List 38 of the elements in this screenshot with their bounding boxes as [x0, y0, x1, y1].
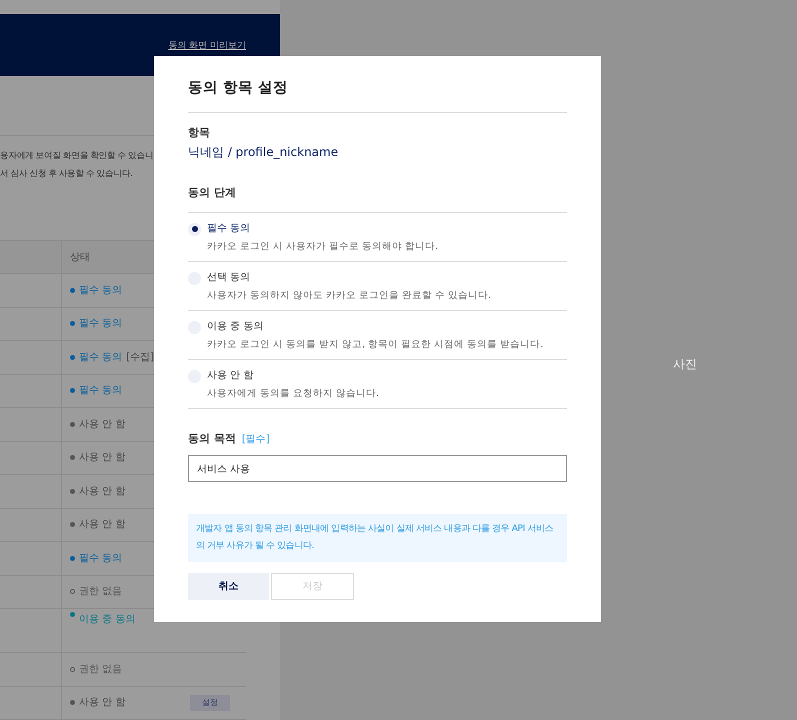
status-text: 사용 안 함: [79, 451, 126, 466]
photo-label: 사진: [673, 356, 697, 373]
level-label: 동의 단계: [188, 185, 567, 213]
column-header: 상태: [69, 250, 91, 265]
status-text: 사용 안 함: [79, 418, 126, 432]
purpose-label: 동의 목적: [188, 430, 236, 447]
item-label: 항목: [188, 124, 211, 141]
dialog-title: 동의 항목 설정: [188, 78, 567, 113]
option-description: 카카오 로그인 시 동의를 받지 않고, 항목이 필요한 시점에 동의를 받습니다.: [207, 338, 544, 352]
status-text: 권한 없음: [79, 662, 122, 677]
option-description: 사용자가 동의하지 않아도 카카오 로그인을 완료할 수 있습니다.: [207, 288, 492, 303]
option-label: 이용 중 동의: [207, 320, 264, 334]
intro-text: 용자에게 보여질 화면을 확인할 수 있습니: [0, 150, 154, 164]
preview-link[interactable]: 동의 화면 미리보기: [168, 40, 246, 54]
status-text: 이용 중 동의: [79, 613, 136, 628]
status-text: 필수 동의: [79, 552, 122, 566]
status-text: 필수 동의: [79, 384, 122, 398]
purpose-input-field[interactable]: 서비스 사용: [188, 455, 567, 482]
option-description: 카카오 로그인 시 사용자가 필수로 동의해야 합니다.: [207, 240, 438, 254]
status-text: 권한 없음: [79, 585, 122, 600]
status-text: 사용 안 함: [79, 484, 126, 499]
required-tag: [필수]: [242, 432, 270, 446]
status-text: 사용 안 함: [79, 696, 126, 710]
status-text: 사용 안 함: [79, 518, 126, 532]
status-text: 필수 동의: [79, 284, 122, 298]
option-label: 필수 동의: [207, 222, 252, 236]
radio-button[interactable]: [188, 222, 201, 236]
status-text: 필수 동의: [79, 350, 122, 365]
cancel-button[interactable]: 취소: [188, 573, 269, 600]
status-text: 필수 동의: [79, 317, 122, 332]
notice-text: 개발자 앱 동의 항목 관리 화면내에 입력하는 사실이 실제 서비스 내용과 다를 경우 API 서비스의 거부 사유가 될 수 있습니다.: [188, 514, 567, 562]
settings-button[interactable]: 설정: [190, 694, 230, 711]
status-note: [수집]: [126, 350, 154, 365]
item-value: 닉네임 / profile_nickname: [188, 144, 340, 162]
option-label: 선택 동의: [207, 270, 252, 285]
option-label: 사용 안 함: [207, 368, 254, 383]
intro-text: 서 심사 신청 후 사용할 수 있습니다.: [0, 168, 132, 180]
option-description: 사용자에게 동의를 요청하지 않습니다.: [207, 386, 380, 401]
